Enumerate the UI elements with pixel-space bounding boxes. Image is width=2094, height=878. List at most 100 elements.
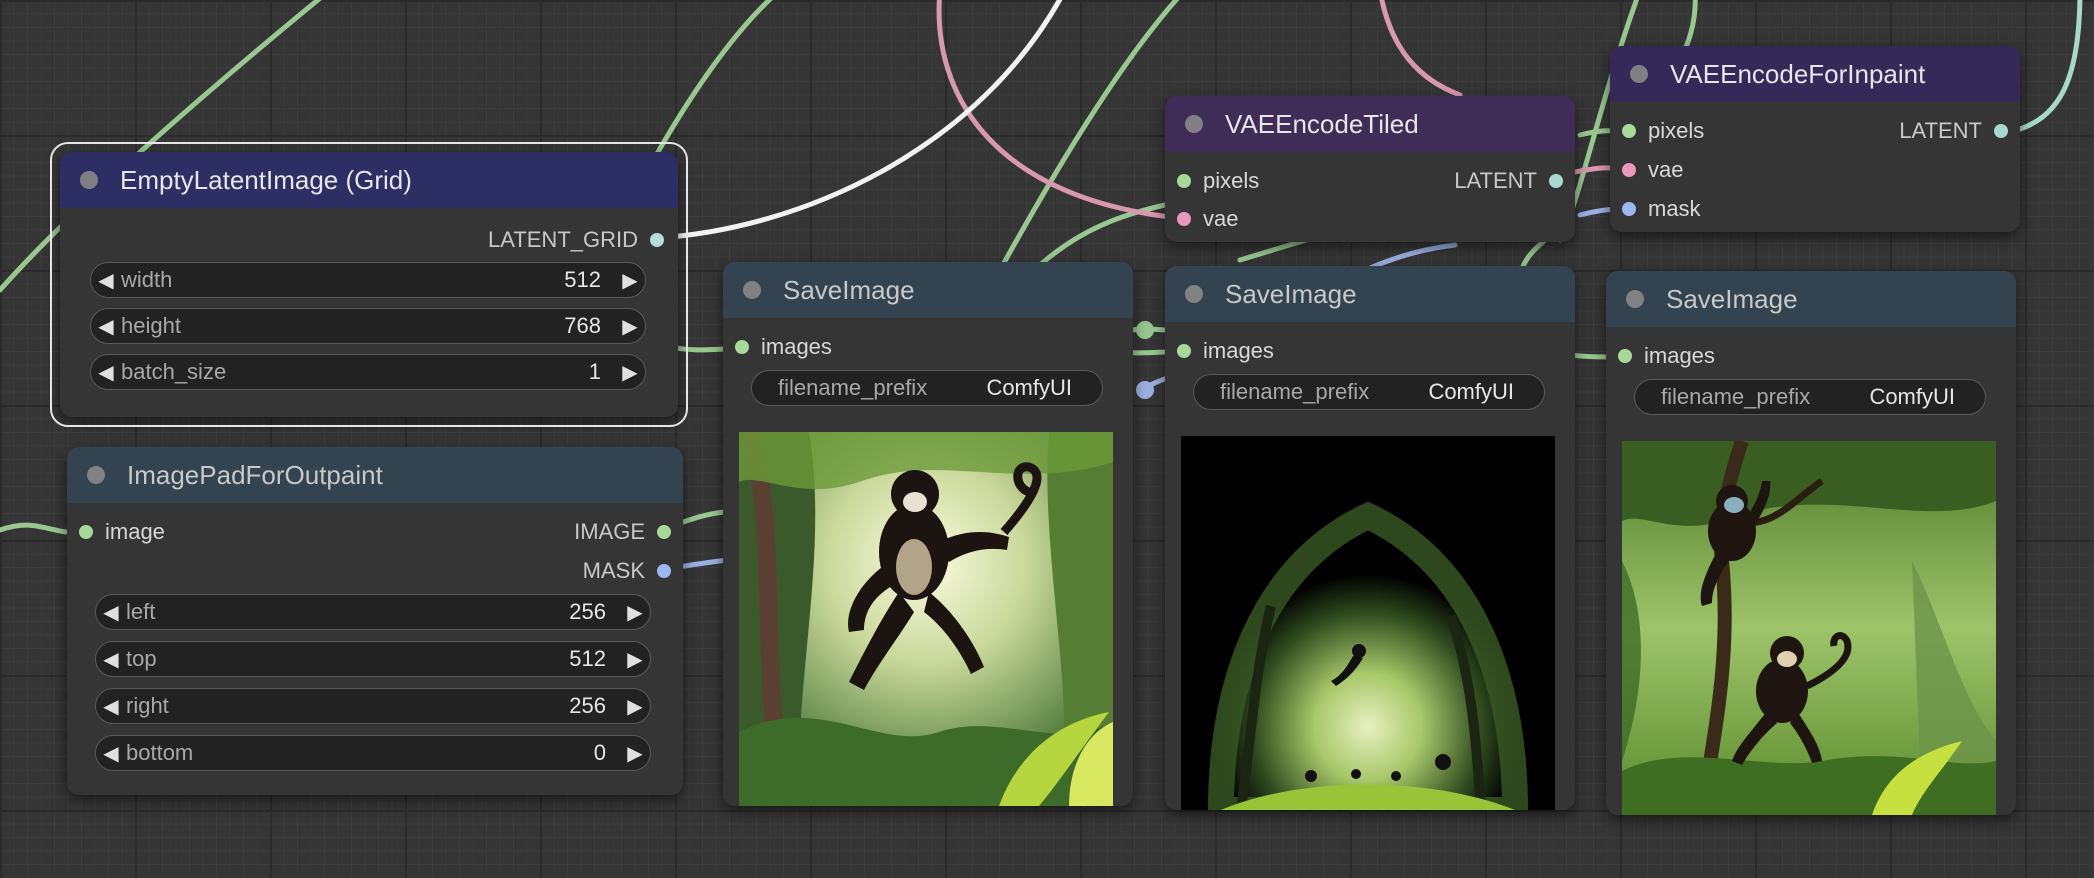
widget-label: bottom [126,740,194,765]
input-images[interactable]: images [735,332,832,362]
output-latent[interactable]: LATENT [1899,116,2008,146]
output-slot-dot-icon[interactable] [650,233,664,247]
widget-value: ComfyUI [1428,379,1514,404]
output-slot-dot-icon[interactable] [1994,124,2008,138]
input-slot-dot-icon[interactable] [1622,163,1636,177]
output-latent-grid[interactable]: LATENT_GRID [488,225,664,255]
widget-batch-size[interactable]: ◀ batch_size 1 ▶ [90,354,646,390]
node-title-bar[interactable]: EmptyLatentImage (Grid) [60,152,678,208]
decrement-arrow-icon[interactable]: ◀ [96,600,126,625]
input-vae[interactable]: vae [1622,155,1683,185]
widget-label: batch_size [121,359,227,384]
output-slot-dot-icon[interactable] [1549,174,1563,188]
collapse-dot-icon[interactable] [1185,285,1203,303]
input-pixels[interactable]: pixels [1177,166,1259,196]
collapse-dot-icon[interactable] [1630,65,1648,83]
output-label: MASK [582,558,645,583]
input-slot-dot-icon[interactable] [1177,344,1191,358]
input-slot-dot-icon[interactable] [1622,202,1636,216]
filename-prefix-field[interactable]: filename_prefix ComfyUI [1634,379,1986,415]
increment-arrow-icon[interactable]: ▶ [620,600,650,625]
increment-arrow-icon[interactable]: ▶ [620,694,650,719]
input-slot-dot-icon[interactable] [1618,349,1632,363]
output-slot-dot-icon[interactable] [657,564,671,578]
node-title-bar[interactable]: SaveImage [1165,266,1575,322]
node-title-bar[interactable]: ImagePadForOutpaint [67,447,683,503]
input-label: pixels [1203,168,1260,193]
input-slot-dot-icon[interactable] [1177,174,1191,188]
output-mask[interactable]: MASK [583,556,671,586]
node-save-image-1[interactable]: SaveImage images filename_prefix ComfyUI [723,262,1133,806]
input-images[interactable]: images [1618,341,1715,371]
node-save-image-2[interactable]: SaveImage images filename_prefix ComfyUI [1165,266,1575,810]
output-slot-dot-icon[interactable] [657,525,671,539]
increment-arrow-icon[interactable]: ▶ [615,268,645,293]
output-image-preview[interactable] [1181,436,1555,810]
widget-label: filename_prefix [1220,379,1370,404]
output-image-preview[interactable] [739,432,1113,806]
increment-arrow-icon[interactable]: ▶ [615,360,645,385]
decrement-arrow-icon[interactable]: ◀ [91,268,121,293]
input-label: images [761,334,832,359]
widget-label: height [121,313,181,338]
widget-value: 256 [569,599,606,624]
collapse-dot-icon[interactable] [743,281,761,299]
node-title: ImagePadForOutpaint [127,459,383,490]
widget-height[interactable]: ◀ height 768 ▶ [90,308,646,344]
node-title-bar[interactable]: VAEEncodeForInpaint [1610,46,2020,102]
decrement-arrow-icon[interactable]: ◀ [96,741,126,766]
output-image[interactable]: IMAGE [574,517,671,547]
widget-bottom[interactable]: ◀ bottom 0 ▶ [95,735,651,771]
node-title: SaveImage [783,274,915,305]
widget-value: 0 [593,740,606,765]
node-image-pad-for-outpaint[interactable]: ImagePadForOutpaint image IMAGE MASK ◀ l… [67,447,683,795]
decrement-arrow-icon[interactable]: ◀ [91,314,121,339]
node-title: VAEEncodeForInpaint [1670,58,1926,89]
node-title: VAEEncodeTiled [1225,108,1419,139]
collapse-dot-icon[interactable] [1626,290,1644,308]
input-label: pixels [1648,118,1705,143]
increment-arrow-icon[interactable]: ▶ [620,741,650,766]
filename-prefix-field[interactable]: filename_prefix ComfyUI [1193,374,1545,410]
output-label: IMAGE [574,519,645,544]
node-title-bar[interactable]: SaveImage [723,262,1133,318]
input-mask[interactable]: mask [1622,194,1701,224]
output-image-preview[interactable] [1622,441,1996,815]
input-label: images [1203,338,1274,363]
widget-left[interactable]: ◀ left 256 ▶ [95,594,651,630]
input-image[interactable]: image [79,517,165,547]
decrement-arrow-icon[interactable]: ◀ [91,360,121,385]
input-slot-dot-icon[interactable] [735,340,749,354]
node-empty-latent-image-grid[interactable]: EmptyLatentImage (Grid) LATENT_GRID ◀ wi… [50,142,688,427]
node-title: EmptyLatentImage (Grid) [120,164,412,195]
input-images[interactable]: images [1177,336,1274,366]
input-slot-dot-icon[interactable] [1622,124,1636,138]
collapse-dot-icon[interactable] [80,171,98,189]
input-slot-dot-icon[interactable] [1177,212,1191,226]
increment-arrow-icon[interactable]: ▶ [615,314,645,339]
node-title-bar[interactable]: VAEEncodeTiled [1165,96,1575,152]
input-vae[interactable]: vae [1177,204,1238,234]
widget-top[interactable]: ◀ top 512 ▶ [95,641,651,677]
output-latent[interactable]: LATENT [1454,166,1563,196]
widget-label: top [126,646,157,671]
input-pixels[interactable]: pixels [1622,116,1704,146]
decrement-arrow-icon[interactable]: ◀ [96,647,126,672]
widget-width[interactable]: ◀ width 512 ▶ [90,262,646,298]
input-label: vae [1203,206,1239,231]
widget-label: filename_prefix [1661,384,1811,409]
widget-right[interactable]: ◀ right 256 ▶ [95,688,651,724]
collapse-dot-icon[interactable] [1185,115,1203,133]
decrement-arrow-icon[interactable]: ◀ [96,694,126,719]
widget-label: filename_prefix [778,375,928,400]
node-save-image-3[interactable]: SaveImage images filename_prefix ComfyUI [1606,271,2016,815]
input-slot-dot-icon[interactable] [79,525,93,539]
collapse-dot-icon[interactable] [87,466,105,484]
increment-arrow-icon[interactable]: ▶ [620,647,650,672]
filename-prefix-field[interactable]: filename_prefix ComfyUI [751,370,1103,406]
node-title: SaveImage [1666,283,1798,314]
node-title-bar[interactable]: SaveImage [1606,271,2016,327]
node-vae-encode-tiled[interactable]: VAEEncodeTiled pixels vae LATENT [1165,96,1575,242]
widget-value: ComfyUI [986,375,1072,400]
node-vae-encode-for-inpaint[interactable]: VAEEncodeForInpaint pixels vae mask LATE… [1610,46,2020,232]
